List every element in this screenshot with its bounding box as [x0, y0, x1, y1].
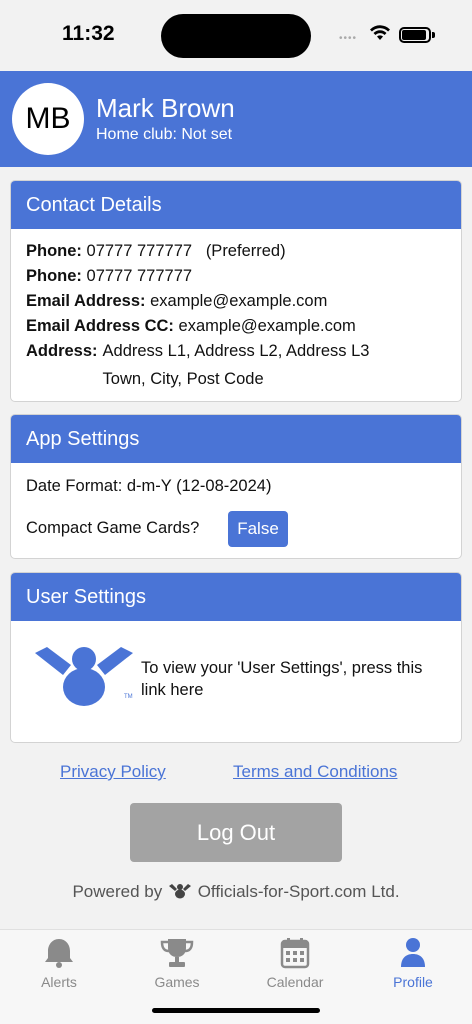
email-value[interactable]: example@example.com [150, 292, 327, 310]
app-settings-card: App Settings Date Format: d-m-Y (12-08-2… [10, 414, 462, 559]
powered-by: Powered by Officials-for-Sport.com Ltd. [0, 882, 472, 902]
contact-details-title: Contact Details [11, 181, 461, 229]
user-settings-card: User Settings TM To view your 'User Sett… [10, 572, 462, 743]
phone-label: Phone: [26, 242, 82, 260]
email-cc-label: Email Address CC: [26, 317, 174, 335]
app-settings-title: App Settings [11, 415, 461, 463]
user-settings-title: User Settings [11, 573, 461, 621]
tab-profile[interactable]: Profile [354, 936, 472, 990]
profile-name: Mark Brown [96, 93, 235, 123]
user-settings-link[interactable]: To view your 'User Settings', press this… [141, 657, 441, 701]
tab-label: Alerts [41, 974, 77, 990]
contact-details-card: Contact Details Phone: 07777 777777 (Pre… [10, 180, 462, 402]
battery-cap [432, 32, 435, 38]
email-cc-value[interactable]: example@example.com [179, 317, 356, 335]
tab-calendar[interactable]: Calendar [236, 936, 354, 990]
battery-icon [399, 27, 431, 43]
powered-prefix: Powered by [72, 882, 163, 901]
tab-alerts[interactable]: Alerts [0, 936, 118, 990]
phone-row-2: Phone: 07777 777777 [26, 264, 446, 289]
phone-row-1: Phone: 07777 777777 (Preferred) [26, 239, 446, 264]
compact-cards-label: Compact Game Cards? [26, 519, 200, 537]
terms-link[interactable]: Terms and Conditions [233, 762, 397, 782]
logout-button[interactable]: Log Out [130, 803, 342, 862]
tab-label: Games [154, 974, 200, 990]
home-indicator [152, 1008, 320, 1013]
dynamic-island [161, 14, 311, 58]
svg-text:TM: TM [124, 694, 133, 700]
signal-icon: •••• [339, 33, 358, 44]
status-bar: 11:32 •••• [0, 0, 472, 71]
email-row: Email Address: example@example.com [26, 289, 446, 314]
email-label: Email Address: [26, 292, 146, 310]
phone-label: Phone: [26, 267, 82, 285]
date-format: Date Format: d-m-Y (12-08-2024) [26, 477, 272, 495]
person-icon [401, 938, 425, 967]
tab-label: Calendar [266, 974, 324, 990]
calendar-icon [280, 938, 310, 969]
phone-value[interactable]: 07777 777777 [87, 267, 193, 285]
address-line-2: Town, City, Post Code [102, 370, 264, 388]
status-time: 11:32 [62, 22, 115, 45]
phone-value[interactable]: 07777 777777 [87, 242, 193, 260]
trophy-icon [160, 939, 194, 967]
company-logo-icon [168, 884, 191, 899]
address-label: Address: [26, 342, 98, 360]
tab-games[interactable]: Games [118, 936, 236, 990]
address-row: Address: Address L1, Address L2, Address… [26, 339, 446, 392]
avatar: MB [12, 83, 84, 155]
compact-cards-toggle[interactable]: False [228, 511, 288, 547]
preferred-note: (Preferred) [205, 242, 286, 260]
wifi-icon [370, 25, 390, 40]
tab-label: Profile [393, 974, 433, 990]
privacy-policy-link[interactable]: Privacy Policy [60, 762, 166, 782]
powered-company: Officials-for-Sport.com Ltd. [197, 882, 400, 901]
bell-icon [45, 939, 73, 968]
officials-logo-icon: TM [35, 647, 133, 706]
footer-links: Privacy Policy Terms and Conditions [0, 762, 472, 784]
email-cc-row: Email Address CC: example@example.com [26, 314, 446, 339]
address-line-1: Address L1, Address L2, Address L3 [102, 342, 370, 360]
home-club: Home club: Not set [96, 126, 233, 143]
profile-header: MB Mark Brown Home club: Not set [0, 71, 472, 167]
